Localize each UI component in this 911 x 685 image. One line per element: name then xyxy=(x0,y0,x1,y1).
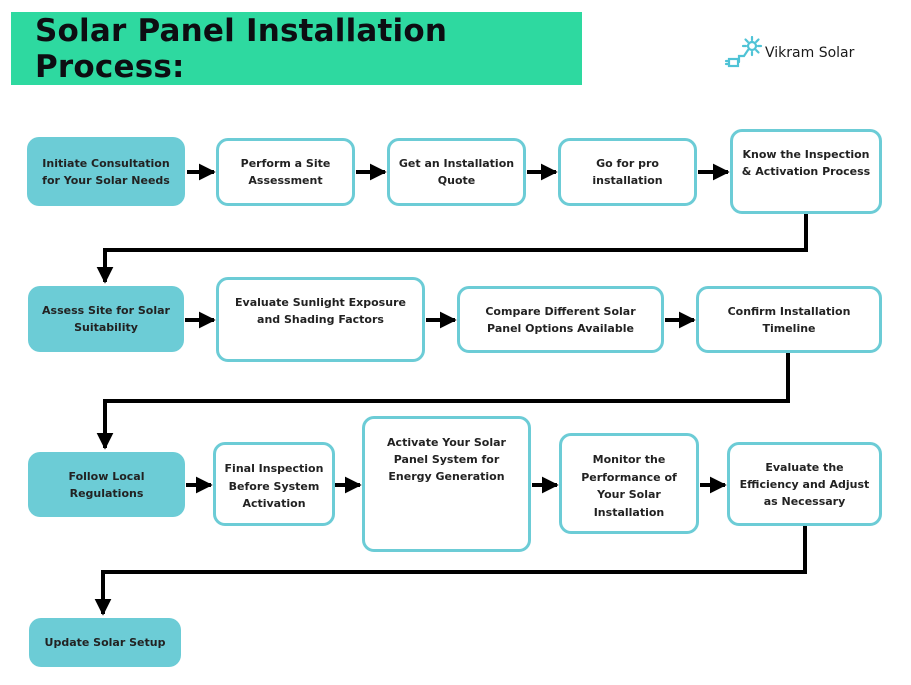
step-label: Activate Your Solar Panel System for Ene… xyxy=(387,436,506,483)
step-label: Evaluate the Efficiency and Adjust as Ne… xyxy=(739,461,870,508)
step-label: Confirm Installation Timeline xyxy=(727,304,851,335)
step-inspection-activation-process: Know the Inspection & Activation Process xyxy=(730,129,882,214)
arrow-row1-to-row2 xyxy=(96,214,808,284)
step-label: Monitor the Performance of Your Solar In… xyxy=(581,453,677,519)
step-label: Final Inspection Before System Activatio… xyxy=(224,462,324,510)
brand-logo: Vikram Solar xyxy=(724,36,854,70)
brand-name: Vikram Solar xyxy=(765,45,855,61)
step-label: Update Solar Setup xyxy=(44,636,166,649)
step-label: Initiate Consultation for Your Solar Nee… xyxy=(42,156,170,187)
step-site-assessment: Perform a Site Assessment xyxy=(216,138,355,206)
step-assess-site: Assess Site for Solar Suitability xyxy=(28,286,184,352)
step-final-inspection: Final Inspection Before System Activatio… xyxy=(213,442,335,526)
step-follow-regulations: Follow Local Regulations xyxy=(28,452,185,517)
step-label: Perform a Site Assessment xyxy=(240,157,331,187)
step-label: Follow Local Regulations xyxy=(68,469,145,500)
step-label: Know the Inspection & Activation Process xyxy=(741,148,871,178)
step-evaluate-sunlight: Evaluate Sunlight Exposure and Shading F… xyxy=(216,277,425,362)
step-label: Evaluate Sunlight Exposure and Shading F… xyxy=(235,296,406,326)
step-confirm-timeline: Confirm Installation Timeline xyxy=(696,286,882,353)
page-title: Solar Panel Installation Process: xyxy=(35,12,448,85)
step-initiate-consultation: Initiate Consultation for Your Solar Nee… xyxy=(27,137,185,206)
sun-plug-icon xyxy=(724,36,763,68)
step-installation-quote: Get an Installation Quote xyxy=(387,138,526,206)
step-label: Get an Installation Quote xyxy=(398,157,515,187)
step-update-setup: Update Solar Setup xyxy=(29,618,181,667)
step-compare-options: Compare Different Solar Panel Options Av… xyxy=(457,286,664,353)
step-monitor-performance: Monitor the Performance of Your Solar In… xyxy=(559,433,699,534)
step-activate-system: Activate Your Solar Panel System for Ene… xyxy=(362,416,531,552)
step-label: Compare Different Solar Panel Options Av… xyxy=(485,304,636,335)
step-label: Go for pro installation xyxy=(592,157,663,187)
step-pro-installation: Go for pro installation xyxy=(558,138,697,206)
title-banner: Solar Panel Installation Process: xyxy=(11,12,582,85)
step-label: Assess Site for Solar Suitability xyxy=(42,304,170,334)
step-evaluate-efficiency: Evaluate the Efficiency and Adjust as Ne… xyxy=(727,442,882,526)
